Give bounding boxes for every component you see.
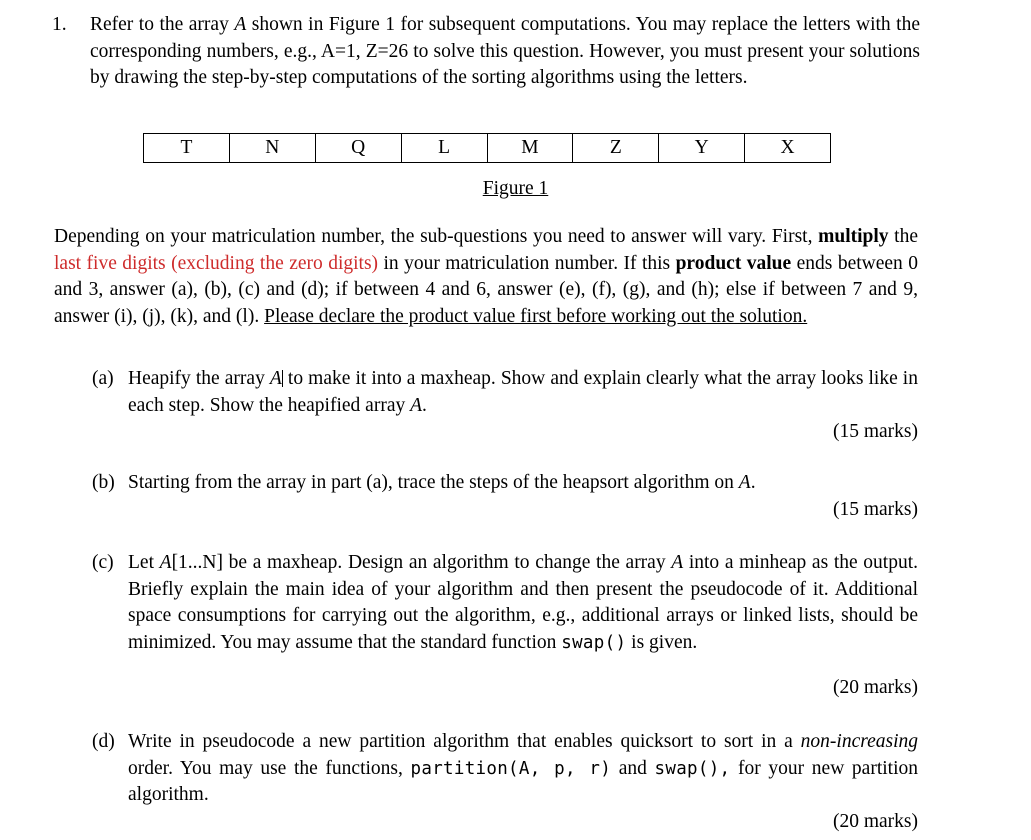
array-cell-3: L	[400, 133, 488, 163]
matriculation-paragraph: Depending on your matriculation number, …	[54, 224, 918, 330]
d-segment-1: Write in pseudocode a new partition algo…	[128, 731, 801, 752]
d-code-swap: swap(),	[654, 758, 731, 779]
figure-1-array: T N Q L M Z Y X	[143, 133, 831, 163]
b-segment-1: Starting from the array in part (a), tra…	[128, 472, 739, 493]
marks-b: (15 marks)	[832, 499, 918, 520]
d-segment-3: and	[611, 757, 655, 779]
sub-question-d-row: (d) Write in pseudocode a new partition …	[92, 729, 918, 809]
matric-segment-1: Depending on your matriculation number, …	[54, 226, 819, 247]
b-segment-2: .	[750, 472, 756, 493]
array-cell-0: T	[143, 133, 230, 163]
sub-question-c-label: (c)	[92, 552, 114, 573]
a-segment-1: Heapify the array	[128, 368, 270, 389]
sub-question-b-text: Starting from the array in part (a), tra…	[128, 470, 918, 497]
matric-segment-3: in your matriculation number. If this	[378, 252, 676, 274]
matric-bold-multiply: multiply	[818, 226, 889, 247]
a-variable-2: A	[410, 394, 423, 416]
d-code-partition: partition(A, p, r)	[410, 758, 612, 779]
sub-question-d-text: Write in pseudocode a new partition algo…	[128, 729, 918, 809]
array-cell-2: Q	[314, 133, 402, 163]
document-page: 1. Refer to the array A shown in Figure …	[0, 0, 1031, 840]
matric-segment-2: the	[888, 226, 919, 247]
sub-question-b: (b) Starting from the array in part (a),…	[92, 470, 918, 497]
sub-question-d: (d) Write in pseudocode a new partition …	[92, 729, 918, 809]
c-segment-2: [1...N] be a maxheap. Design an algorith…	[171, 552, 672, 573]
array-cell-1: N	[228, 133, 316, 163]
question-1-block: 1. Refer to the array A shown in Figure …	[52, 12, 920, 92]
array-cell-4: M	[486, 133, 574, 163]
c-variable-2: A	[671, 552, 684, 573]
sub-question-d-label: (d)	[92, 731, 115, 752]
sub-question-c-row: (c) Let A[1...N] be a maxheap. Design an…	[92, 550, 918, 656]
b-variable-1: A	[738, 472, 751, 493]
table-row: T N Q L M Z Y X	[143, 133, 831, 163]
marks-d: (20 marks)	[832, 811, 918, 832]
d-segment-2: order. You may use the functions,	[128, 757, 411, 779]
marks-c: (20 marks)	[832, 677, 918, 698]
sub-question-c: (c) Let A[1...N] be a maxheap. Design an…	[92, 550, 918, 656]
sub-question-a: (a) Heapify the array A to make it into …	[92, 366, 918, 419]
array-cell-6: Y	[658, 133, 746, 163]
array-table: T N Q L M Z Y X	[143, 133, 831, 163]
sub-question-a-label: (a)	[92, 368, 114, 389]
marks-a: (15 marks)	[832, 421, 918, 442]
sub-question-b-row: (b) Starting from the array in part (a),…	[92, 470, 918, 497]
question-1-row: 1. Refer to the array A shown in Figure …	[52, 12, 920, 92]
a-segment-3: .	[422, 394, 427, 416]
array-cell-7: X	[744, 133, 831, 163]
array-cell-5: Z	[572, 133, 660, 163]
figure-caption-text: Figure 1	[482, 178, 549, 199]
a-variable-1: A	[269, 368, 282, 389]
matric-red-highlight: last five digits (excluding the zero dig…	[54, 252, 379, 274]
sub-question-a-text: Heapify the array A to make it into a ma…	[128, 366, 918, 419]
c-variable-1: A	[159, 552, 172, 573]
c-segment-4: is given.	[626, 631, 698, 653]
sub-question-b-label: (b)	[92, 472, 115, 493]
matric-underlined-note: Please declare the product value first b…	[264, 305, 808, 327]
matric-bold-product-value: product value	[675, 252, 792, 274]
array-variable-a: A	[234, 14, 247, 35]
question-number: 1.	[52, 14, 67, 35]
sub-question-c-text: Let A[1...N] be a maxheap. Design an alg…	[128, 550, 918, 656]
c-code-swap: swap()	[561, 632, 627, 653]
question-intro-text: Refer to the array A shown in Figure 1 f…	[90, 12, 920, 92]
intro-segment-1: Refer to the array	[90, 14, 235, 35]
c-segment-1: Let	[128, 552, 160, 573]
d-italic-non-increasing: non-increasing	[800, 731, 918, 752]
sub-question-a-row: (a) Heapify the array A to make it into …	[92, 366, 918, 419]
figure-caption: Figure 1	[0, 178, 1031, 200]
